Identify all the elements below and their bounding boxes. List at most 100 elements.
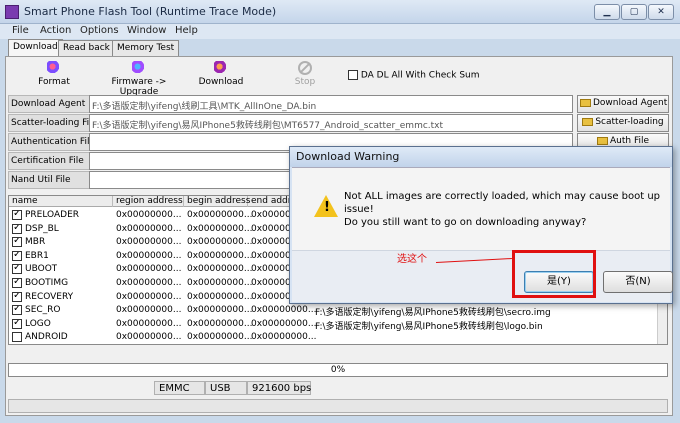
row-checkbox[interactable] [12, 237, 22, 248]
scatter-field[interactable]: F:\多语版定制\yifeng\易风IPhone5救砖线刷包\MT6577_An… [89, 114, 573, 132]
warning-icon: ! [314, 195, 338, 217]
row-begin-address: 0x00000000... [187, 250, 253, 261]
nand-util-label: Nand Util File [8, 171, 94, 189]
app-icon [5, 5, 19, 19]
row-name: DSP_BL [25, 223, 59, 234]
dialog-title: Download Warning [290, 147, 672, 167]
row-end-address: 0x00000000... [251, 305, 317, 316]
col-begin-address[interactable]: begin address [184, 196, 250, 207]
row-begin-address: 0x00000000... [187, 278, 253, 288]
progress-label: 0% [330, 365, 346, 375]
scatter-label: Scatter-loading File [8, 114, 94, 132]
row-region-address: 0x00000000... [116, 264, 182, 275]
row-checkbox[interactable] [12, 318, 22, 329]
row-checkbox[interactable] [12, 332, 22, 343]
download-button[interactable]: Download [198, 61, 244, 87]
da-checksum-option[interactable]: DA DL All With Check Sum [348, 70, 480, 81]
folder-icon [582, 117, 594, 126]
row-region-address: 0x00000000... [116, 250, 182, 261]
upgrade-label: Firmware -> Upgrade [111, 77, 167, 97]
row-name: UBOOT [25, 264, 58, 275]
format-icon [47, 61, 61, 75]
row-checkbox[interactable] [12, 278, 22, 288]
folder-icon [580, 98, 591, 107]
scatter-loading-button[interactable]: Scatter-loading [577, 114, 669, 132]
row-end-address: 0x00000000... [251, 332, 317, 343]
menu-bar: File Action Options Window Help [0, 24, 680, 39]
row-path: F:\多语版定制\yifeng\易风IPhone5救砖线刷包\logo.bin [315, 321, 543, 332]
table-row[interactable]: LOGO0x00000000...0x00000000...0x00000000… [9, 318, 659, 332]
row-region-address: 0x00000000... [116, 210, 182, 220]
row-name: EBR1 [25, 250, 49, 261]
row-region-address: 0x00000000... [116, 278, 182, 288]
row-name: ANDROID [25, 332, 68, 343]
download-label: Download [198, 77, 244, 87]
row-name: SEC_RO [25, 305, 61, 316]
tab-read-back[interactable]: Read back [58, 40, 115, 57]
col-region-address[interactable]: region address [113, 196, 184, 207]
format-label: Format [38, 77, 70, 87]
folder-icon [596, 136, 608, 145]
row-name: BOOTIMG [25, 278, 69, 288]
upgrade-icon [132, 61, 146, 75]
row-region-address: 0x00000000... [116, 318, 182, 329]
firmware-upgrade-button[interactable]: Firmware -> Upgrade [94, 61, 184, 97]
row-begin-address: 0x00000000... [187, 237, 253, 248]
progress-bar: 0% [8, 363, 668, 377]
download-agent-field[interactable]: F:\多语版定制\yifeng\线刷工具\MTK_AllInOne_DA.bin [89, 95, 573, 113]
menu-options[interactable]: Options [80, 25, 119, 36]
format-button[interactable]: Format [36, 61, 72, 87]
menu-file[interactable]: File [12, 25, 29, 36]
table-row[interactable]: ANDROID 0x00000000... 0x00000000... 0x00000… [9, 331, 659, 344]
row-checkbox[interactable] [12, 291, 22, 302]
dialog-footer: 是(Y) 否(N) [292, 250, 673, 302]
row-begin-address: 0x00000000... [187, 318, 253, 329]
dialog-message-line1: Not ALL images are correctly loaded, whi… [344, 191, 661, 215]
tab-memory-test[interactable]: Memory Test [112, 40, 180, 57]
row-begin-address: 0x00000000... [187, 291, 253, 302]
minimize-button[interactable]: ▁ [594, 4, 620, 20]
maximize-button[interactable]: ▢ [621, 4, 647, 20]
dialog-message-line2: Do you still want to go on downloading a… [344, 217, 587, 228]
row-name: MBR [25, 237, 46, 248]
row-name: LOGO [25, 318, 51, 329]
menu-window[interactable]: Window [127, 25, 166, 36]
scatter-loading-button-label: Scatter-loading [595, 117, 664, 127]
col-name[interactable]: name [9, 196, 113, 207]
row-begin-address: 0x00000000... [187, 223, 253, 234]
dialog-message: Not ALL images are correctly loaded, whi… [344, 190, 664, 229]
stop-button[interactable]: Stop [290, 61, 320, 87]
window-title: Smart Phone Flash Tool (Runtime Trace Mo… [24, 5, 277, 18]
menu-action[interactable]: Action [40, 25, 71, 36]
status-baud: 921600 bps [247, 381, 311, 395]
no-button[interactable]: 否(N) [603, 271, 673, 293]
row-checkbox[interactable] [12, 250, 22, 261]
authentication-label: Authentication File [8, 133, 94, 151]
download-agent-button[interactable]: Download Agent [577, 95, 669, 113]
row-checkbox[interactable] [12, 210, 22, 220]
da-checksum-label: DA DL All With Check Sum [360, 70, 480, 81]
row-begin-address: 0x00000000... [187, 332, 253, 343]
row-checkbox[interactable] [12, 223, 22, 234]
row-begin-address: 0x00000000... [187, 264, 253, 275]
annotation-highlight-box [512, 250, 596, 298]
download-icon [214, 61, 228, 75]
bottom-status-strip [8, 399, 668, 413]
row-checkbox[interactable] [12, 305, 22, 316]
row-name: PRELOADER [25, 210, 80, 220]
stop-icon [298, 61, 312, 75]
row-region-address: 0x00000000... [116, 332, 182, 343]
download-agent-button-label: Download Agent [593, 98, 668, 108]
row-path: F:\多语版定制\yifeng\易风IPhone5救砖线刷包\secro.img [315, 308, 551, 319]
da-checksum-checkbox[interactable] [348, 70, 358, 80]
row-region-address: 0x00000000... [116, 291, 182, 302]
table-row[interactable]: SEC_RO0x00000000...0x00000000...0x000000… [9, 304, 659, 319]
download-agent-label: Download Agent [8, 95, 94, 113]
tab-download[interactable]: Download [8, 39, 63, 57]
title-bar: Smart Phone Flash Tool (Runtime Trace Mo… [0, 0, 680, 24]
menu-help[interactable]: Help [175, 25, 198, 36]
row-checkbox[interactable] [12, 264, 22, 275]
certification-label: Certification File [8, 152, 94, 170]
row-begin-address: 0x00000000... [187, 305, 253, 316]
close-button[interactable]: ✕ [648, 4, 674, 20]
